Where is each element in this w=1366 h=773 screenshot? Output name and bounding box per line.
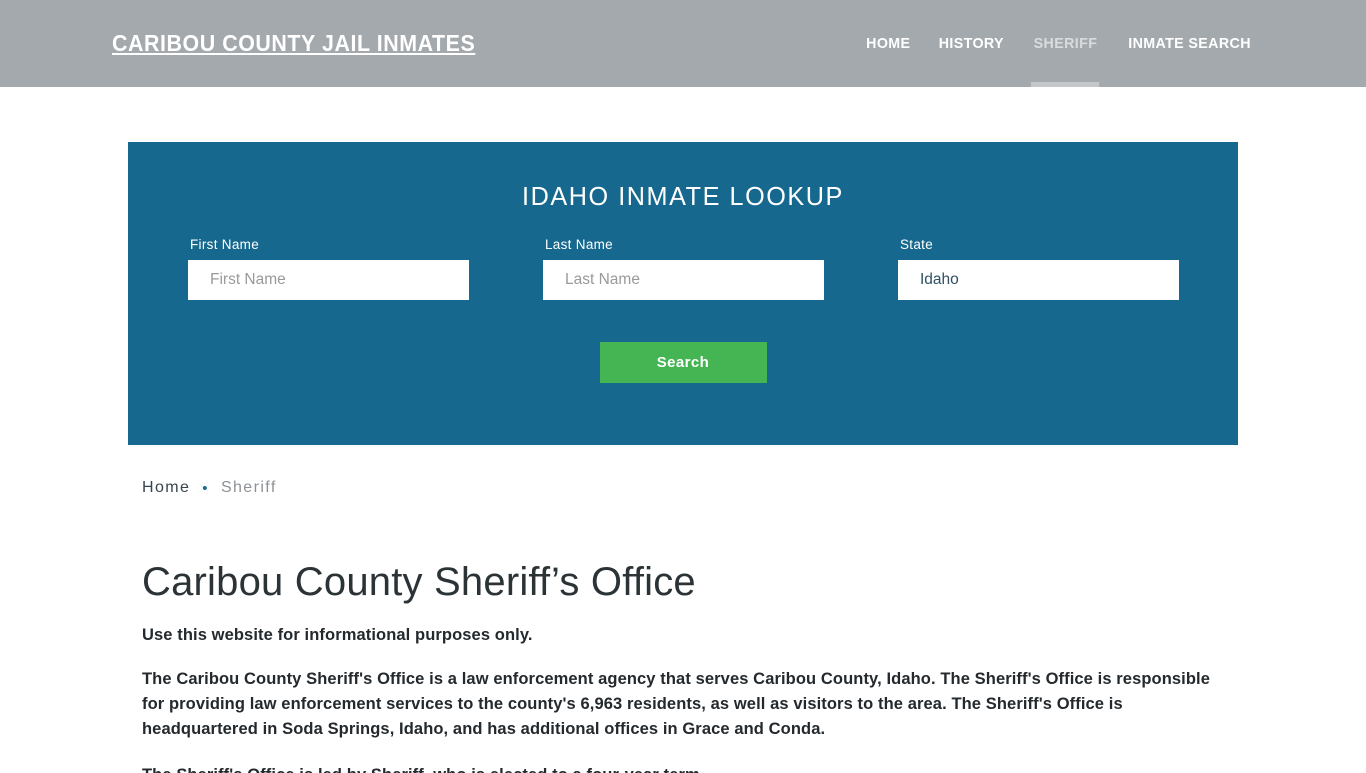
next-paragraph-partial: The Sheriff's Office is led by Sheriff, … xyxy=(142,763,1214,773)
inmate-lookup-panel: IDAHO INMATE LOOKUP First Name Last Name… xyxy=(128,142,1238,445)
main-navigation: HOME HISTORY SHERIFF INMATE SEARCH xyxy=(865,0,1254,87)
field-group-last-name: Last Name xyxy=(543,238,824,300)
last-name-label: Last Name xyxy=(545,237,613,252)
page-content: Home • Sheriff Caribou County Sheriff’s … xyxy=(142,470,1232,773)
state-label: State xyxy=(900,237,934,252)
field-group-state: State Idaho xyxy=(898,238,1179,300)
first-name-input[interactable] xyxy=(188,259,469,300)
breadcrumb: Home • Sheriff xyxy=(142,470,1232,506)
intro-paragraph: The Caribou County Sheriff's Office is a… xyxy=(142,670,1210,738)
disclaimer-text: Use this website for informational purpo… xyxy=(142,626,533,644)
search-button[interactable]: Search xyxy=(599,342,767,383)
nav-item-history[interactable]: HISTORY xyxy=(939,0,1004,87)
site-brand[interactable]: CARIBOU COUNTY JAIL INMATES xyxy=(112,32,475,55)
page-title: Caribou County Sheriff’s Office xyxy=(142,560,696,604)
nav-item-inmate-search[interactable]: INMATE SEARCH xyxy=(1128,0,1251,87)
last-name-input[interactable] xyxy=(543,259,824,300)
nav-item-home[interactable]: HOME xyxy=(866,0,910,87)
site-header: CARIBOU COUNTY JAIL INMATES HOME HISTORY… xyxy=(0,0,1366,87)
lookup-panel-title: IDAHO INMATE LOOKUP xyxy=(522,181,844,211)
breadcrumb-separator-icon: • xyxy=(202,479,209,497)
search-button-container: Search xyxy=(128,342,1238,383)
state-select[interactable]: Idaho xyxy=(898,259,1179,300)
lookup-fields-row: First Name Last Name State Idaho xyxy=(128,238,1238,308)
breadcrumb-current: Sheriff xyxy=(220,479,277,496)
breadcrumb-home[interactable]: Home xyxy=(142,479,190,497)
nav-item-sheriff[interactable]: SHERIFF xyxy=(1034,0,1098,87)
first-name-label: First Name xyxy=(190,237,260,252)
field-group-first-name: First Name xyxy=(188,238,469,300)
